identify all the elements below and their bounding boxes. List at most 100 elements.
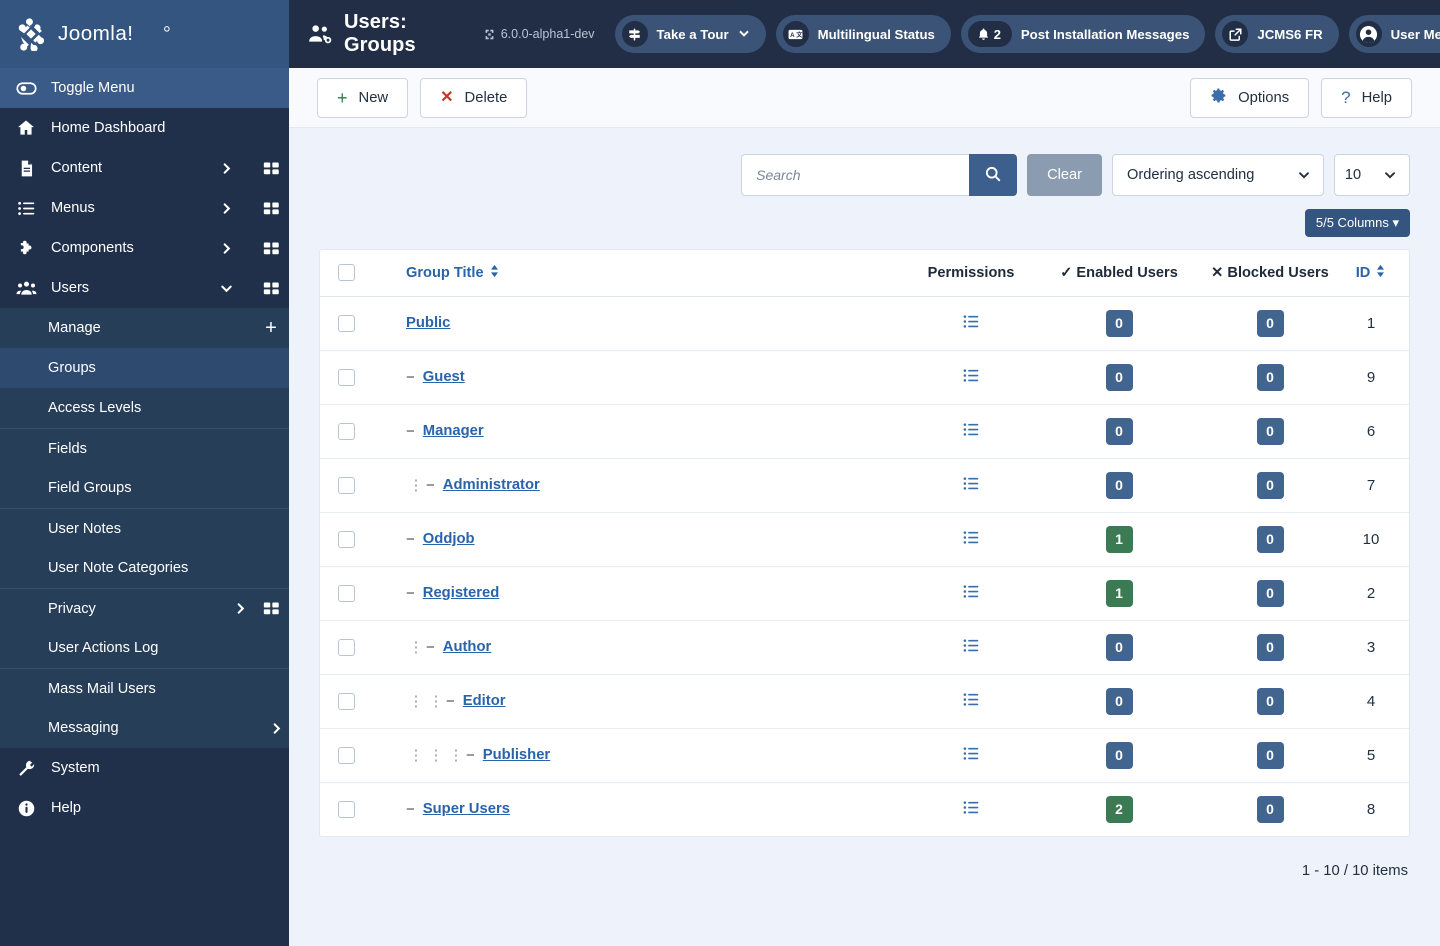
row-checkbox[interactable] [338,530,355,548]
group-title-link[interactable]: Editor [463,693,506,709]
permissions-list-icon[interactable] [963,421,980,438]
document-icon [15,159,37,178]
enabled-users-badge[interactable]: 0 [1105,363,1133,391]
enabled-users-badge[interactable]: 1 [1105,525,1133,553]
sort-group-title[interactable]: Group Title [406,264,500,282]
sidebar-item-user-actions-log[interactable]: User Actions Log [0,628,289,668]
enabled-users-badge[interactable]: 0 [1105,633,1133,661]
plus-icon[interactable]: + [253,317,289,340]
sidebar-item-groups[interactable]: Groups [0,348,289,388]
enabled-users-badge[interactable]: 0 [1105,309,1133,337]
user-menu-button[interactable]: User Menu [1348,15,1440,53]
enabled-users-badge[interactable]: 0 [1105,417,1133,445]
sidebar-item-system[interactable]: System [0,748,289,788]
blocked-users-badge[interactable]: 0 [1256,363,1284,391]
take-a-tour-button[interactable]: Take a Tour [614,15,766,53]
blocked-users-badge[interactable]: 0 [1256,525,1284,553]
blocked-users-badge[interactable]: 0 [1256,471,1284,499]
sidebar-item-field-groups[interactable]: Field Groups [0,468,289,508]
blocked-users-badge[interactable]: 0 [1256,417,1284,445]
sidebar-item-mass-mail-users[interactable]: Mass Mail Users [0,668,289,708]
permissions-list-icon[interactable] [963,313,980,330]
level-dash: − [406,584,415,602]
blocked-users-badge[interactable]: 0 [1256,741,1284,769]
blocked-users-badge[interactable]: 0 [1256,687,1284,715]
site-link-button[interactable]: JCMS6 FR [1215,15,1339,53]
sidebar-item-content[interactable]: Content [0,148,289,188]
clear-button[interactable]: Clear [1027,154,1102,196]
sidebar-item-user-notes[interactable]: User Notes [0,508,289,548]
help-label: Help [1361,89,1392,106]
sidebar-item-menus[interactable]: Menus [0,188,289,228]
permissions-list-icon[interactable] [963,367,980,384]
enabled-users-badge[interactable]: 0 [1105,687,1133,715]
search-button[interactable] [969,154,1018,196]
enabled-users-badge[interactable]: 2 [1105,795,1133,823]
enabled-users-badge[interactable]: 0 [1105,471,1133,499]
group-title-link[interactable]: Oddjob [423,531,475,547]
sidebar-item-help[interactable]: Help [0,788,289,828]
group-title-link[interactable]: Public [406,315,450,331]
ordering-select[interactable]: Ordering ascending [1112,154,1324,196]
row-checkbox[interactable] [338,422,355,440]
sort-id[interactable]: ID [1356,264,1387,282]
sidebar-item-components[interactable]: Components [0,228,289,268]
row-checkbox[interactable] [338,314,355,332]
grid-icon[interactable] [253,200,289,217]
blocked-users-badge[interactable]: 0 [1256,633,1284,661]
row-checkbox[interactable] [338,584,355,602]
grid-icon[interactable] [253,240,289,257]
columns-dropdown-button[interactable]: 5/5 Columns ▾ [1304,209,1410,237]
group-title-link[interactable]: Guest [423,369,465,385]
delete-button[interactable]: ✕ Delete [420,77,528,118]
enabled-users-badge[interactable]: 1 [1105,579,1133,607]
grid-icon[interactable] [253,280,289,297]
group-title-link[interactable]: Manager [423,423,484,439]
row-checkbox[interactable] [338,638,355,656]
level-dash: − [406,422,415,440]
search-input[interactable] [741,154,970,196]
permissions-list-icon[interactable] [963,475,980,492]
sidebar-item-manage[interactable]: Manage + [0,308,289,348]
group-title-link[interactable]: Author [443,639,492,655]
sidebar-item-fields[interactable]: Fields [0,428,289,468]
permissions-list-icon[interactable] [963,691,980,708]
row-checkbox[interactable] [338,800,355,818]
select-all-checkbox[interactable] [338,264,355,282]
post-installation-messages-button[interactable]: 2 Post Installation Messages [960,15,1206,53]
blocked-users-badge[interactable]: 0 [1256,579,1284,607]
permissions-list-icon[interactable] [963,799,980,816]
blocked-users-badge[interactable]: 0 [1256,309,1284,337]
group-title-link[interactable]: Administrator [443,477,540,493]
permissions-list-icon[interactable] [963,529,980,546]
enabled-users-badge[interactable]: 0 [1105,741,1133,769]
list-limit-select[interactable]: 10 [1334,154,1410,196]
grid-icon[interactable] [253,160,289,177]
sidebar-item-privacy[interactable]: Privacy [0,588,289,628]
gear-icon [1210,87,1227,108]
group-title-link[interactable]: Publisher [483,747,550,763]
group-title-link[interactable]: Registered [423,585,499,601]
sidebar-item-user-note-categories[interactable]: User Note Categories [0,548,289,588]
help-button[interactable]: ? Help [1321,77,1412,118]
group-title-link[interactable]: Super Users [423,801,510,817]
row-checkbox[interactable] [338,746,355,764]
level-dash: − [466,746,475,764]
sidebar-item-access-levels[interactable]: Access Levels [0,388,289,428]
blocked-users-badge[interactable]: 0 [1256,795,1284,823]
sidebar-item-home-dashboard[interactable]: Home Dashboard [0,108,289,148]
grid-icon[interactable] [253,600,289,617]
row-checkbox[interactable] [338,476,355,494]
permissions-list-icon[interactable] [963,637,980,654]
options-button[interactable]: Options [1190,77,1310,118]
row-checkbox[interactable] [338,692,355,710]
sidebar-item-users[interactable]: Users [0,268,289,308]
toggle-menu-button[interactable]: Toggle Menu [0,68,289,108]
permissions-list-icon[interactable] [963,583,980,600]
sidebar-item-messaging[interactable]: Messaging [0,708,289,748]
row-checkbox[interactable] [338,368,355,386]
brand-area[interactable]: Joomla! [0,0,289,68]
new-button[interactable]: + New [317,77,409,118]
multilingual-status-button[interactable]: A文 Multilingual Status [775,15,951,53]
permissions-list-icon[interactable] [963,745,980,762]
